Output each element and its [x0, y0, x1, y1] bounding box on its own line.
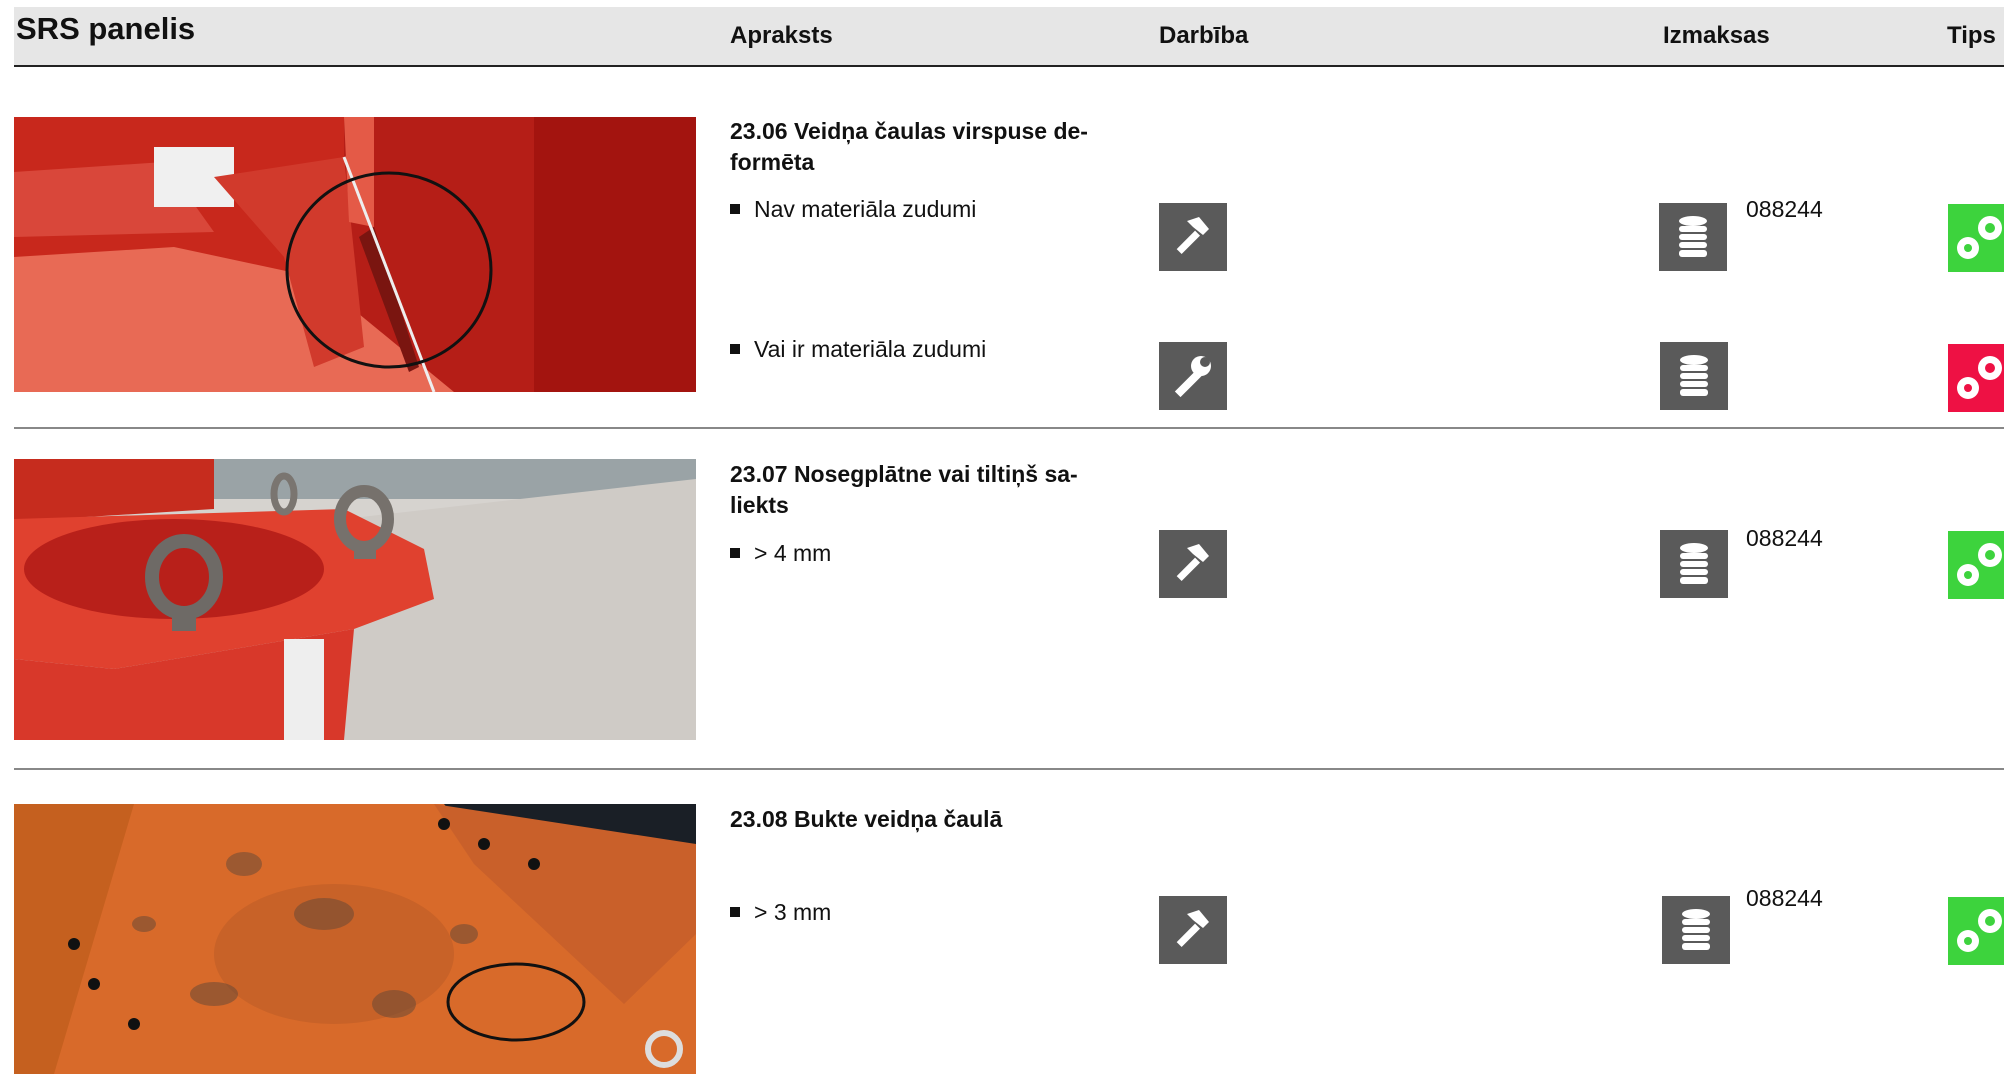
column-header-type: Tips [1947, 22, 1996, 49]
row-divider [14, 427, 2004, 429]
page-title: SRS panelis [16, 11, 196, 46]
condition-text: > 4 mm [754, 540, 832, 566]
item-title-23-07: 23.07 Nosegplātne vai tiltiņš sa- liekts [730, 459, 1110, 521]
bullet-square-icon [730, 907, 740, 917]
condition-text: Vai ir materiāla zudumi [754, 336, 987, 362]
gear-icon [1948, 204, 2004, 272]
condition-bullet: > 3 mm [730, 899, 831, 926]
gear-icon [1948, 531, 2004, 599]
gear-icon [1948, 344, 2004, 412]
hammer-icon [1159, 530, 1227, 598]
coins-icon [1659, 203, 1727, 271]
item-title-23-08: 23.08 Bukte veidņa čaulā [730, 804, 1110, 835]
hammer-icon [1159, 896, 1227, 964]
condition-text: > 3 mm [754, 899, 832, 925]
condition-bullet: > 4 mm [730, 540, 831, 567]
item-title-line: formēta [730, 149, 815, 175]
item-title-line: 23.06 Veidņa čaulas virspuse de- [730, 118, 1088, 144]
column-header-description: Apraksts [730, 22, 833, 49]
damage-photo-23-08 [14, 804, 696, 1074]
item-title-line: 23.07 Nosegplātne vai tiltiņš sa- [730, 461, 1078, 487]
hammer-icon [1159, 203, 1227, 271]
wrench-icon [1159, 342, 1227, 410]
bullet-square-icon [730, 548, 740, 558]
column-header-cost: Izmaksas [1663, 22, 1770, 49]
gear-icon [1948, 897, 2004, 965]
cost-code: 088244 [1746, 196, 1823, 222]
bullet-square-icon [730, 344, 740, 354]
coins-icon [1660, 342, 1728, 410]
condition-bullet: Vai ir materiāla zudumi [730, 336, 986, 363]
coins-icon [1662, 896, 1730, 964]
bullet-square-icon [730, 204, 740, 214]
column-header-action: Darbība [1159, 22, 1249, 49]
item-title-line: liekts [730, 492, 789, 518]
cost-code: 088244 [1746, 525, 1823, 551]
row-divider [14, 768, 2004, 770]
cost-code: 088244 [1746, 885, 1823, 911]
condition-bullet: Nav materiāla zudumi [730, 196, 976, 223]
condition-text: Nav materiāla zudumi [754, 196, 977, 222]
item-title-23-06: 23.06 Veidņa čaulas virspuse de- formēta [730, 116, 1110, 178]
damage-photo-23-07 [14, 459, 696, 740]
damage-photo-23-06 [14, 117, 696, 392]
coins-icon [1660, 530, 1728, 598]
item-title-line: 23.08 Bukte veidņa čaulā [730, 806, 1003, 832]
